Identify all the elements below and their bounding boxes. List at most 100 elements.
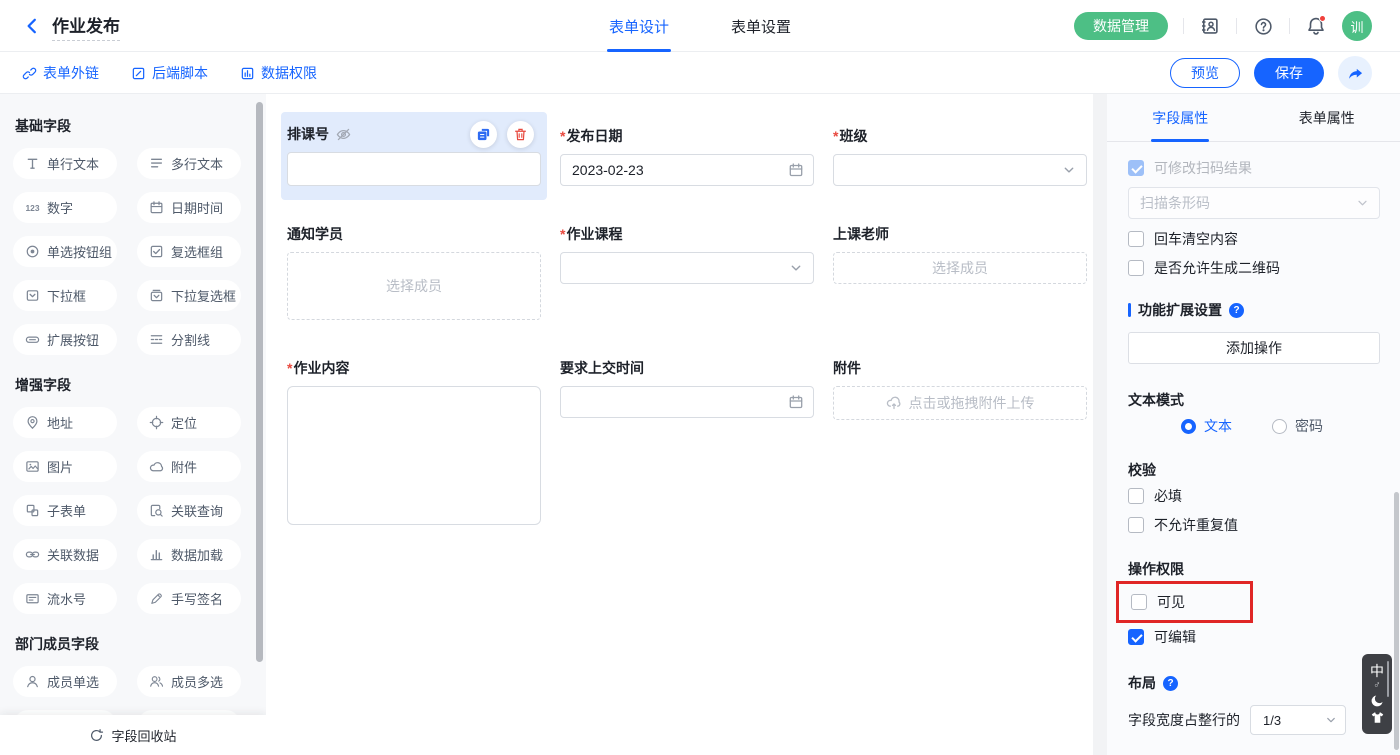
window-scrollbar[interactable] [1394,492,1399,750]
field-width-select[interactable]: 1/3 [1250,705,1346,735]
copy-field-button[interactable] [470,121,497,148]
app-header: 作业发布 表单设计 表单设置 数据管理 训 [0,0,1400,52]
scan-mode-select[interactable]: 扫描条形码 [1128,187,1380,219]
data-permission-link[interactable]: 数据权限 [240,63,317,83]
notification-bell-icon[interactable] [1305,15,1327,37]
add-action-button[interactable]: 添加操作 [1128,332,1380,364]
data-manage-button[interactable]: 数据管理 [1074,12,1168,40]
radio-text-mode-password[interactable]: 密码 [1272,416,1323,436]
form-design-canvas[interactable]: 排课号 *发布日期 2023-02-23 *班级 [266,94,1093,755]
delete-field-button[interactable] [507,121,534,148]
section-title-member-fields: 部门成员字段 [15,634,266,654]
palette-item-linked-data[interactable]: 关联数据 [13,539,117,570]
homework-course-select[interactable] [560,252,814,284]
tab-form-settings[interactable]: 表单设置 [729,0,793,52]
checkbox-visible[interactable]: 可见 [1131,592,1250,612]
checkbox-icon[interactable] [1128,629,1144,645]
checkbox-no-duplicate[interactable]: 不允许重复值 [1128,515,1380,535]
contacts-icon[interactable] [1199,15,1221,37]
radio-text-mode-text[interactable]: 文本 [1181,416,1232,436]
field-recycle-bin[interactable]: 字段回收站 [0,715,266,755]
palette-item-linked-query[interactable]: 关联查询 [137,495,241,526]
due-time-input[interactable] [560,386,814,418]
help-icon[interactable] [1252,15,1274,37]
checkbox-icon[interactable] [1128,160,1144,176]
palette-item-datetime[interactable]: 日期时间 [137,192,241,223]
checkbox-enter-clear[interactable]: 回车清空内容 [1128,229,1380,249]
palette-item-multi-line-text[interactable]: 多行文本 [137,148,241,179]
sidebar-scrollbar[interactable] [256,102,263,662]
radio-icon[interactable] [1272,419,1287,434]
checkbox-icon[interactable] [1128,488,1144,504]
backend-script-link[interactable]: 后端脚本 [131,63,208,83]
palette-item-multi-select[interactable]: 下拉复选框 [137,280,241,311]
publish-date-input[interactable]: 2023-02-23 [560,154,814,186]
notification-dot [1319,15,1326,22]
avatar[interactable]: 训 [1342,11,1372,41]
palette-item-single-line-text[interactable]: 单行文本 [13,148,117,179]
save-button[interactable]: 保存 [1254,58,1324,88]
palette-item-radio-group[interactable]: 单选按钮组 [13,236,117,267]
field-palette-sidebar: 基础字段 单行文本 多行文本 数字 日期时间 单选按钮组 复选框组 下拉框 下拉… [0,94,266,755]
teacher-member-picker[interactable]: 选择成员 [833,252,1087,284]
chevron-down-icon [1061,162,1077,178]
checkbox-icon[interactable] [1128,231,1144,247]
palette-item-select[interactable]: 下拉框 [13,280,117,311]
help-question-icon[interactable]: ? [1229,303,1244,318]
attachment-upload-area[interactable]: 点击或拖拽附件上传 [833,386,1087,420]
section-ext-settings: 功能扩展设置 ? [1128,300,1380,320]
notify-students-member-picker[interactable]: 选择成员 [287,252,541,320]
palette-item-member-single[interactable]: 成员单选 [13,666,117,697]
checkbox-icon[interactable] [1128,260,1144,276]
palette-item-number[interactable]: 数字 [13,192,117,223]
palette-item-address[interactable]: 地址 [13,407,117,438]
radio-icon[interactable] [1181,419,1196,434]
translate-language-button[interactable]: 中 [1370,663,1384,679]
field-teacher[interactable]: 上课老师 选择成员 [833,210,1087,344]
palette-item-subform[interactable]: 子表单 [13,495,117,526]
homework-content-textarea[interactable] [287,386,541,525]
checkbox-scan-result-editable[interactable]: 可修改扫码结果 [1128,158,1380,178]
palette-item-data-load[interactable]: 数据加载 [137,539,241,570]
dark-mode-moon-icon[interactable] [1370,693,1385,708]
checkbox-allow-qrcode[interactable]: 是否允许生成二维码 [1128,258,1380,278]
field-class[interactable]: *班级 [833,112,1087,210]
permission-title: 操作权限 [1128,559,1380,579]
back-button[interactable] [20,14,44,38]
palette-item-signature[interactable]: 手写签名 [137,583,241,614]
field-notify-students[interactable]: 通知学员 选择成员 [287,210,541,344]
tab-field-properties[interactable]: 字段属性 [1107,94,1254,141]
palette-item-divider[interactable]: 分割线 [137,324,241,355]
palette-item-attachment[interactable]: 附件 [137,451,241,482]
palette-item-locate[interactable]: 定位 [137,407,241,438]
field-publish-date[interactable]: *发布日期 2023-02-23 [560,112,814,210]
checkbox-required[interactable]: 必填 [1128,486,1380,506]
form-external-link[interactable]: 表单外链 [22,63,99,83]
share-button[interactable] [1338,56,1372,90]
preview-button[interactable]: 预览 [1170,58,1240,88]
field-due-time[interactable]: 要求上交时间 [560,344,814,525]
palette-item-member-multi[interactable]: 成员多选 [137,666,241,697]
browser-extension-widget[interactable]: 中 ♂ [1362,654,1392,734]
address-icon [25,415,40,430]
tab-form-properties[interactable]: 表单属性 [1254,94,1400,141]
palette-item-image[interactable]: 图片 [13,451,117,482]
selected-field-highlight[interactable]: 排课号 [281,112,547,200]
checkbox-icon[interactable] [1131,594,1147,610]
palette-item-extend-button[interactable]: 扩展按钮 [13,324,117,355]
palette-item-checkbox-group[interactable]: 复选框组 [137,236,241,267]
theme-shirt-icon[interactable] [1370,710,1385,725]
field-homework-content[interactable]: *作业内容 [287,344,541,525]
palette-item-serial-number[interactable]: 流水号 [13,583,117,614]
field-attachment[interactable]: 附件 点击或拖拽附件上传 [833,344,1087,525]
checkbox-editable[interactable]: 可编辑 [1128,627,1380,647]
field-schedule-number[interactable]: 排课号 [287,112,541,210]
class-select[interactable] [833,154,1087,186]
field-homework-course[interactable]: *作业课程 [560,210,814,344]
schedule-number-input[interactable] [287,152,541,186]
checkbox-icon[interactable] [1128,517,1144,533]
tab-form-design[interactable]: 表单设计 [607,0,671,52]
page-title[interactable]: 作业发布 [52,12,120,41]
calendar-icon [788,162,804,178]
help-question-icon[interactable]: ? [1163,676,1178,691]
